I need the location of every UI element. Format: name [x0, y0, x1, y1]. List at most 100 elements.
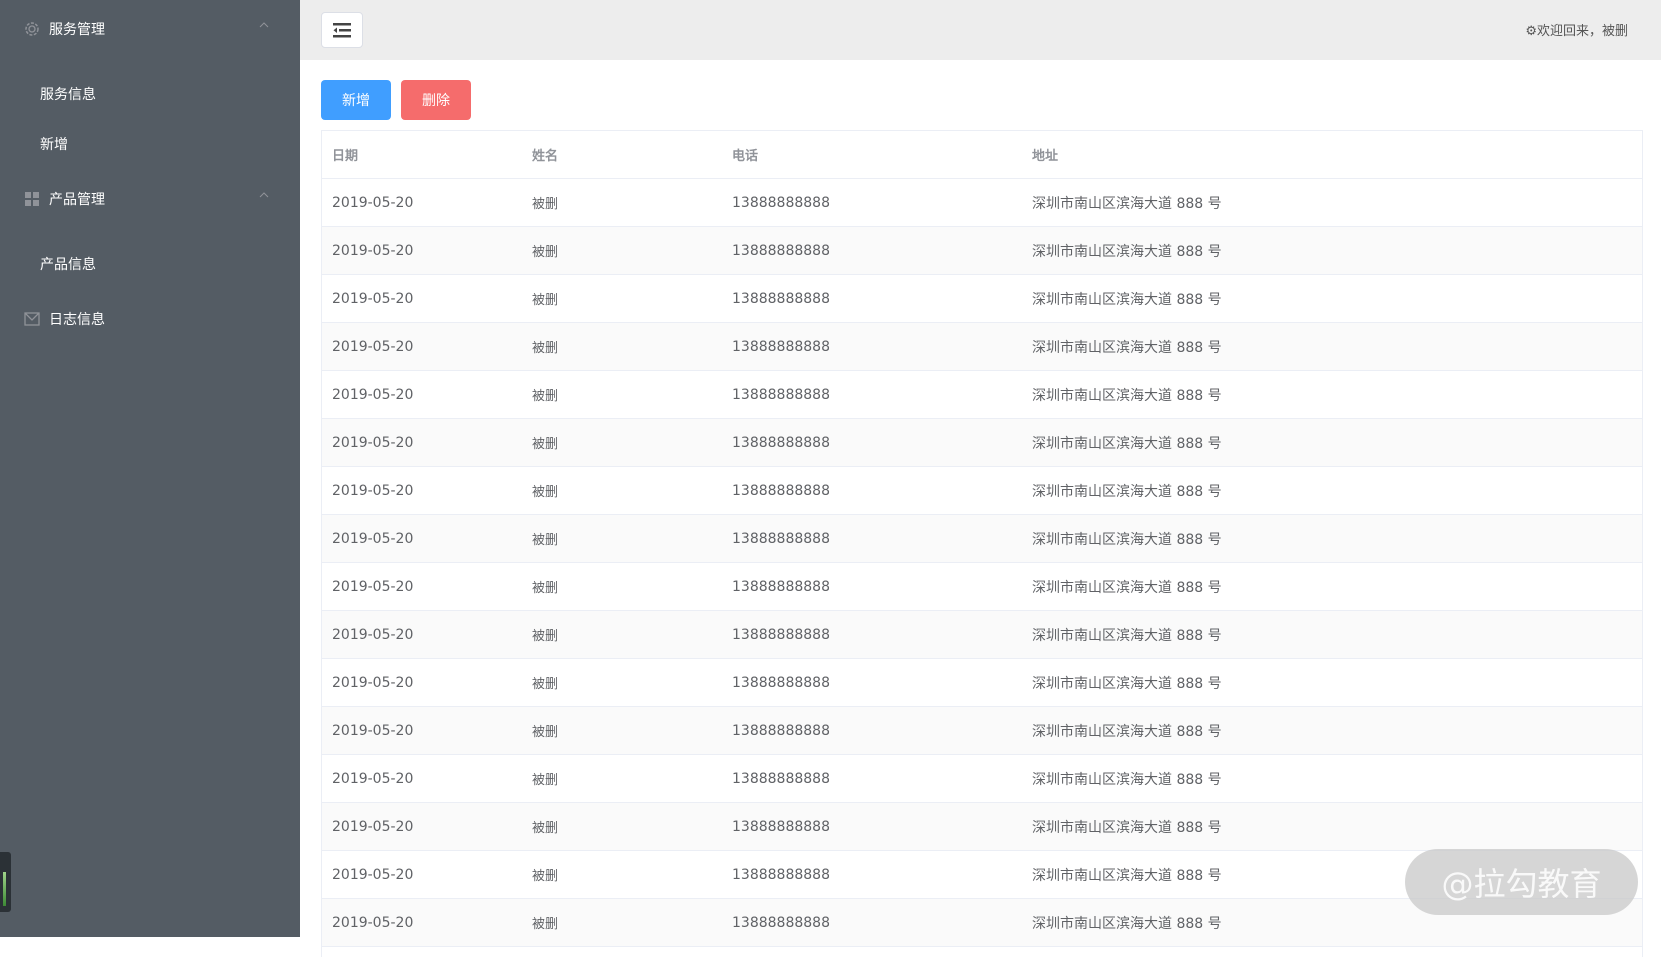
- cell-address: 深圳市南山区滨海大道 888 号: [1032, 771, 1222, 788]
- cell-date: 2019-05-20: [332, 290, 414, 307]
- table-row[interactable]: 2019-05-20 被删 13888888888 深圳市南山区滨海大道 888 号: [322, 275, 1642, 323]
- cell-name: 被删: [532, 389, 559, 404]
- table-row[interactable]: 2019-05-20 被删 13888888888 深圳市南山区滨海大道 888 号: [322, 515, 1642, 563]
- cell-name: 被删: [532, 773, 559, 788]
- cell-name: 被删: [532, 485, 559, 500]
- cell-name: 被删: [532, 533, 559, 548]
- column-header-phone: 电话: [732, 149, 759, 164]
- welcome-label: 欢迎回来，被删: [1536, 24, 1628, 39]
- cell-phone: 13888888888: [732, 434, 830, 451]
- table-header: 日期 姓名 电话 地址: [322, 131, 1642, 179]
- chevron-up-icon: [259, 192, 269, 198]
- data-table: 日期 姓名 电话 地址 2019-05-20 被删 13888888888 深圳市南山…: [321, 130, 1643, 957]
- cell-phone: 13888888888: [732, 578, 830, 595]
- cell-address: 深圳市南山区滨海大道 888 号: [1032, 339, 1222, 356]
- cell-phone: 13888888888: [732, 770, 830, 787]
- table-row[interactable]: 2019-05-20 被删 13888888888 深圳市南山区滨海大道 888 号: [322, 371, 1642, 419]
- cell-phone: 13888888888: [732, 866, 830, 883]
- cell-address: 深圳市南山区滨海大道 888 号: [1032, 483, 1222, 500]
- table-row[interactable]: 2019-05-20 被删 13888888888 深圳市南山区滨海大道 888 号: [322, 707, 1642, 755]
- add-button[interactable]: 新增: [321, 80, 391, 120]
- cell-name: 被删: [532, 581, 559, 596]
- cell-name: 被删: [532, 245, 559, 260]
- table-row[interactable]: 2019-05-20 被删 13888888888 深圳市南山区滨海大道 888 号: [322, 659, 1642, 707]
- cell-date: 2019-05-20: [332, 914, 414, 931]
- menu-item-logs[interactable]: 日志信息: [0, 294, 300, 344]
- column-header-name: 姓名: [532, 149, 559, 164]
- gear-icon: [25, 22, 39, 36]
- menu-group-label: 日志信息: [49, 312, 105, 328]
- cell-phone: 13888888888: [732, 194, 830, 211]
- cell-date: 2019-05-20: [332, 722, 414, 739]
- header: ⚙欢迎回来，被删: [300, 0, 1661, 60]
- cell-name: 被删: [532, 341, 559, 356]
- grid-icon: [25, 192, 39, 206]
- cell-date: 2019-05-20: [332, 482, 414, 499]
- collapse-sidebar-button[interactable]: [321, 12, 363, 48]
- table-row[interactable]: 2019-05-20 被删 13888888888 深圳市南山区滨海大道 888 号: [322, 755, 1642, 803]
- cell-date: 2019-05-20: [332, 674, 414, 691]
- table-row[interactable]: 2019-05-20 被删 13888888888 深圳市南山区滨海大道 888 号: [322, 611, 1642, 659]
- cell-date: 2019-05-20: [332, 626, 414, 643]
- cell-phone: 13888888888: [732, 290, 830, 307]
- cell-phone: 13888888888: [732, 626, 830, 643]
- cell-address: 深圳市南山区滨海大道 888 号: [1032, 195, 1222, 212]
- menu-group-label: 服务管理: [49, 22, 105, 38]
- sidebar: 服务管理 服务信息 新增 产品管理 产品信息 日志信息: [0, 0, 300, 937]
- delete-button[interactable]: 删除: [401, 80, 471, 120]
- cell-name: 被删: [532, 725, 559, 740]
- menu-item-product-info[interactable]: 产品信息: [40, 245, 96, 285]
- cell-name: 被删: [532, 677, 559, 692]
- cell-name: 被删: [532, 437, 559, 452]
- cell-date: 2019-05-20: [332, 578, 414, 595]
- cell-address: 深圳市南山区滨海大道 888 号: [1032, 723, 1222, 740]
- watermark: @拉勾教育: [1405, 849, 1638, 915]
- cell-date: 2019-05-20: [332, 434, 414, 451]
- cell-phone: 13888888888: [732, 482, 830, 499]
- table-row[interactable]: 2019-05-20 被删 13888888888 深圳市南山区滨海大道 888 号: [322, 227, 1642, 275]
- cell-address: 深圳市南山区滨海大道 888 号: [1032, 435, 1222, 452]
- cell-address: 深圳市南山区滨海大道 888 号: [1032, 627, 1222, 644]
- cell-address: 深圳市南山区滨海大道 888 号: [1032, 291, 1222, 308]
- menu-item-add[interactable]: 新增: [40, 125, 68, 165]
- cell-phone: 13888888888: [732, 674, 830, 691]
- welcome-text: ⚙欢迎回来，被删: [1525, 24, 1628, 39]
- table-row[interactable]: 2019-05-20 被删 13888888888 深圳市南山区滨海大道 888 号: [322, 563, 1642, 611]
- menu-item-service-info[interactable]: 服务信息: [40, 75, 96, 115]
- table-row[interactable]: 2019-05-20 被删 13888888888 深圳市南山区滨海大道 888 号: [322, 419, 1642, 467]
- cell-address: 深圳市南山区滨海大道 888 号: [1032, 819, 1222, 836]
- cell-address: 深圳市南山区滨海大道 888 号: [1032, 579, 1222, 596]
- cell-date: 2019-05-20: [332, 866, 414, 883]
- menu-group-service[interactable]: 服务管理: [0, 4, 300, 54]
- cell-name: 被删: [532, 629, 559, 644]
- cell-name: 被删: [532, 869, 559, 884]
- cell-date: 2019-05-20: [332, 338, 414, 355]
- level-meter: [0, 852, 11, 912]
- cell-name: 被删: [532, 197, 559, 212]
- cell-address: 深圳市南山区滨海大道 888 号: [1032, 243, 1222, 260]
- cell-date: 2019-05-20: [332, 530, 414, 547]
- cell-phone: 13888888888: [732, 386, 830, 403]
- cell-name: 被删: [532, 917, 559, 932]
- cell-address: 深圳市南山区滨海大道 888 号: [1032, 675, 1222, 692]
- menu-fold-icon: [333, 22, 351, 37]
- chevron-up-icon: [259, 22, 269, 28]
- table-row[interactable]: 2019-05-20 被删 13888888888 深圳市南山区滨海大道 888 号: [322, 179, 1642, 227]
- table-row[interactable]: 2019-05-20 被删 13888888888 深圳市南山区滨海大道 888 号: [322, 323, 1642, 371]
- cell-address: 深圳市南山区滨海大道 888 号: [1032, 387, 1222, 404]
- cell-phone: 13888888888: [732, 242, 830, 259]
- table-row[interactable]: 2019-05-20 被删 13888888888 深圳市南山区滨海大道 888 号: [322, 803, 1642, 851]
- menu-group-label: 产品管理: [49, 192, 105, 208]
- cell-name: 被删: [532, 821, 559, 836]
- table-row[interactable]: 2019-05-20 被删 13888888888 深圳市南山区滨海大道 888 号: [322, 467, 1642, 515]
- cell-phone: 13888888888: [732, 530, 830, 547]
- cell-phone: 13888888888: [732, 818, 830, 835]
- mail-icon: [24, 312, 40, 326]
- menu-group-product[interactable]: 产品管理: [0, 174, 300, 224]
- cell-date: 2019-05-20: [332, 194, 414, 211]
- column-header-date: 日期: [332, 149, 359, 164]
- cell-address: 深圳市南山区滨海大道 888 号: [1032, 867, 1222, 884]
- cell-date: 2019-05-20: [332, 818, 414, 835]
- cell-phone: 13888888888: [732, 722, 830, 739]
- cell-address: 深圳市南山区滨海大道 888 号: [1032, 531, 1222, 548]
